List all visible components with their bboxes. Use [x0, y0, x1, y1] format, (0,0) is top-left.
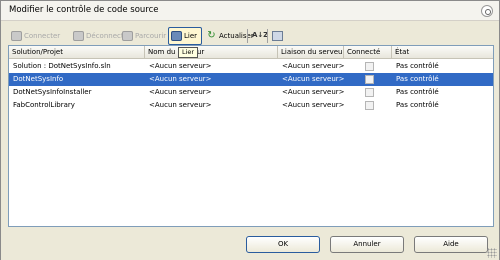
dialog-footer: OK Annuler Aide	[1, 227, 499, 260]
server-binding-cell: <Aucun serveur>	[282, 88, 344, 96]
ok-button[interactable]: OK	[246, 236, 320, 253]
project-cell: DotNetSysInfo	[13, 75, 64, 83]
column-header-project[interactable]: Solution/Projet	[9, 46, 145, 59]
connected-checkbox[interactable]	[365, 75, 374, 84]
close-icon[interactable]	[481, 5, 493, 17]
bind-icon	[171, 31, 182, 41]
sort-icon: A↓Z	[252, 31, 269, 39]
dialog-window: Modifier le contrôle de code source Conn…	[0, 0, 500, 260]
server-binding-cell: <Aucun serveur>	[282, 101, 344, 109]
state-cell: Pas contrôlé	[396, 101, 439, 109]
dialog-title: Modifier le contrôle de code source	[9, 5, 159, 15]
connected-checkbox[interactable]	[365, 88, 374, 97]
column-header-server-name[interactable]: Nom du serveur	[145, 46, 278, 59]
table-header: Solution/Projet Nom du serveur Liaison d…	[9, 46, 493, 59]
browse-label: Parcourir	[135, 32, 167, 40]
connect-icon	[11, 31, 22, 41]
table-row[interactable]: Solution : DotNetSysInfo.sln <Aucun serv…	[9, 60, 493, 73]
properties-icon	[272, 31, 283, 41]
server-binding-cell: <Aucun serveur>	[282, 62, 344, 70]
cancel-button[interactable]: Annuler	[330, 236, 404, 253]
refresh-label: Actualiser	[219, 32, 254, 40]
sort-button[interactable]: A↓Z	[250, 27, 269, 45]
connect-label: Connecter	[24, 32, 61, 40]
bind-button[interactable]: Lier	[168, 27, 202, 45]
server-name-cell: <Aucun serveur>	[149, 62, 212, 70]
server-name-cell: <Aucun serveur>	[149, 101, 212, 109]
bind-label: Lier	[184, 32, 198, 40]
connect-button[interactable]: Connecter	[9, 27, 62, 45]
toolbar: Connecter Déconnecter Parcourir Lier ↻ A…	[7, 27, 493, 45]
browse-icon	[122, 31, 133, 41]
server-name-cell: <Aucun serveur>	[149, 88, 212, 96]
state-cell: Pas contrôlé	[396, 75, 439, 83]
column-header-server-binding[interactable]: Liaison du serveur	[278, 46, 344, 59]
table-row[interactable]: DotNetSysInfo <Aucun serveur> <Aucun ser…	[9, 73, 493, 86]
project-cell: Solution : DotNetSysInfo.sln	[13, 62, 111, 70]
properties-button[interactable]	[270, 27, 285, 45]
browse-button[interactable]: Parcourir	[120, 27, 168, 45]
refresh-icon: ↻	[207, 30, 216, 41]
column-header-state[interactable]: État	[392, 46, 495, 59]
project-cell: DotNetSysInfoInstaller	[13, 88, 92, 96]
table-row[interactable]: FabControlLibrary <Aucun serveur> <Aucun…	[9, 99, 493, 112]
projects-table: Solution/Projet Nom du serveur Liaison d…	[8, 45, 494, 227]
disconnect-icon	[73, 31, 84, 41]
state-cell: Pas contrôlé	[396, 62, 439, 70]
toolbar-separator	[247, 29, 248, 43]
column-header-connected[interactable]: Connecté	[344, 46, 392, 59]
bind-tooltip: Lier	[178, 47, 199, 58]
toolbar-separator	[267, 29, 268, 43]
table-row[interactable]: DotNetSysInfoInstaller <Aucun serveur> <…	[9, 86, 493, 99]
connected-checkbox[interactable]	[365, 101, 374, 110]
project-cell: FabControlLibrary	[13, 101, 75, 109]
help-button[interactable]: Aide	[414, 236, 488, 253]
resize-grip-icon[interactable]	[487, 248, 497, 258]
state-cell: Pas contrôlé	[396, 88, 439, 96]
server-binding-cell: <Aucun serveur>	[282, 75, 344, 83]
server-name-cell: <Aucun serveur>	[149, 75, 212, 83]
title-bar: Modifier le contrôle de code source	[1, 1, 499, 21]
connected-checkbox[interactable]	[365, 62, 374, 71]
